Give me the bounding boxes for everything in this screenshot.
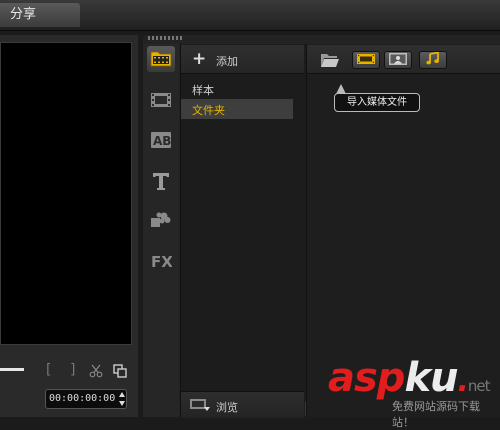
- watermark-logo-accent: ku: [404, 355, 458, 401]
- enlarge-preview-icon[interactable]: [113, 364, 127, 381]
- mark-in-icon[interactable]: [: [46, 362, 51, 378]
- add-folder-label: 添加: [216, 55, 238, 68]
- watermark-logo-dot: .: [457, 364, 469, 399]
- mark-out-icon[interactable]: ]: [70, 362, 75, 378]
- show-audio-button[interactable]: [419, 51, 447, 69]
- title-t-icon: [150, 171, 172, 194]
- tab-share[interactable]: 分享: [0, 3, 80, 27]
- scissors-icon[interactable]: [89, 364, 103, 381]
- transition-button[interactable]: AB: [147, 128, 175, 154]
- show-videos-button[interactable]: [352, 51, 380, 69]
- show-photos-button[interactable]: [384, 51, 412, 69]
- filter-button[interactable]: FX: [147, 249, 175, 275]
- browse-label: 浏览: [216, 401, 238, 414]
- watermark-logo-tld: net: [467, 377, 491, 395]
- watermark-logo-main: asp: [328, 355, 405, 401]
- import-media-button[interactable]: [320, 52, 340, 71]
- instant-project-button[interactable]: [147, 88, 175, 114]
- graphics-button[interactable]: [147, 207, 175, 233]
- film-icon: [357, 53, 375, 68]
- timecode-field[interactable]: 00:00:00:00: [45, 389, 127, 409]
- folder-open-icon: [320, 54, 340, 71]
- film-strip-icon: [150, 91, 172, 112]
- plus-icon: +: [192, 49, 207, 69]
- ab-transition-icon: AB: [150, 131, 172, 152]
- import-media-tooltip: 导入媒体文件: [334, 93, 420, 112]
- film-folder-icon: [150, 49, 172, 70]
- timecode-stepper[interactable]: [118, 391, 126, 410]
- title-button[interactable]: [147, 169, 175, 195]
- media-button[interactable]: [147, 46, 175, 72]
- browse-icon: [189, 398, 211, 415]
- svg-text:AB: AB: [153, 134, 171, 148]
- folder-item-folder-label: 文件夹: [192, 104, 225, 117]
- panel-grip[interactable]: [148, 36, 184, 40]
- svg-text:FX: FX: [151, 253, 172, 270]
- scrubber-bar[interactable]: [0, 368, 24, 371]
- watermark-subtitle: 免费网站源码下载站！: [392, 400, 480, 429]
- preview-screen: [0, 42, 132, 345]
- photo-icon: [389, 52, 407, 68]
- music-note-icon: [426, 51, 440, 68]
- folder-item-sample[interactable]: 样本: [192, 82, 214, 98]
- graphics-icon: [150, 209, 172, 232]
- fx-icon: FX: [150, 252, 173, 273]
